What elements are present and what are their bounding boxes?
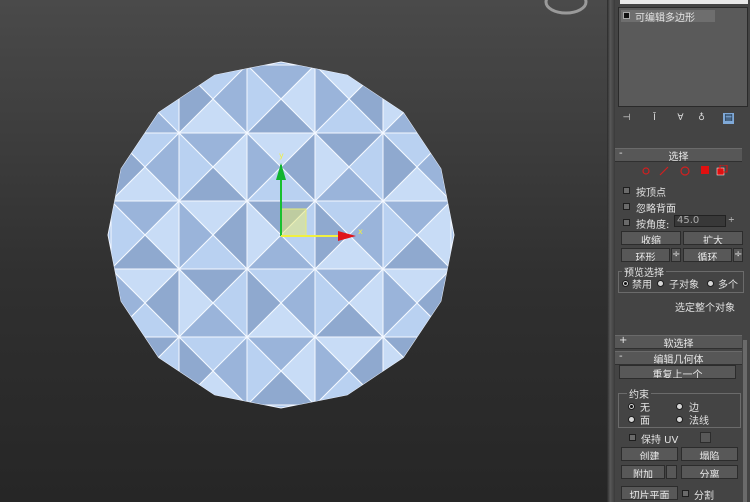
configure-sets-icon[interactable]: ▤: [723, 113, 734, 124]
attach-button[interactable]: 附加: [621, 465, 665, 479]
viewport-panel-divider[interactable]: [607, 0, 615, 502]
constraints-group: 约束 无 边 面 法线: [618, 386, 741, 428]
modifier-stack-item[interactable]: 可编辑多边形: [621, 10, 715, 24]
spinner-arrows-icon[interactable]: ÷: [728, 215, 735, 224]
preview-multi-radio[interactable]: [707, 280, 714, 287]
modifier-stack-list[interactable]: 可编辑多边形: [618, 7, 748, 107]
angle-spinner[interactable]: 45.0: [674, 215, 726, 227]
selection-rollout-header[interactable]: - 选择: [615, 148, 742, 163]
by-vertex-label: 按顶点: [636, 188, 666, 199]
split-label: 分割: [694, 491, 714, 502]
viewcube-ring: [544, 0, 588, 15]
gizmo-xy-plane-handle: [280, 208, 307, 237]
gizmo-x-label: x: [358, 227, 363, 236]
mesh-face: [381, 370, 453, 406]
selection-status-text: 选定整个对象: [675, 303, 735, 314]
panel-scrollbar[interactable]: [743, 340, 747, 502]
object-name-field[interactable]: [620, 0, 748, 4]
split-checkbox[interactable]: [682, 490, 689, 497]
mesh-face: [416, 335, 452, 407]
detach-button[interactable]: 分离: [681, 465, 738, 479]
ignore-backfacing-checkbox[interactable]: [623, 203, 630, 210]
vertex-level-icon: [642, 167, 650, 175]
mesh-face: [110, 63, 146, 135]
border-level-icon: [680, 166, 690, 176]
preview-multi-label: 多个: [718, 280, 738, 291]
constraint-edge-radio[interactable]: [676, 403, 683, 410]
modifier-stack-item-label: 可编辑多边形: [635, 13, 695, 24]
soft-selection-rollout-header[interactable]: + 软选择: [615, 335, 742, 350]
expand-icon[interactable]: [623, 12, 630, 19]
attach-list-button[interactable]: [666, 465, 677, 479]
by-angle-checkbox[interactable]: [623, 219, 630, 226]
command-panel: 可编辑多边形 ⊣ Ī ∀ ♁ ▤ - 选择 按顶点 忽略背面 按角度: 45.0…: [615, 0, 750, 502]
ring-button[interactable]: 环形: [621, 248, 670, 262]
create-button[interactable]: 创建: [621, 447, 678, 461]
remove-modifier-icon[interactable]: ♁: [696, 113, 707, 124]
preserve-uv-settings-button[interactable]: [700, 432, 711, 443]
mesh-face: [109, 370, 181, 406]
by-angle-label: 按角度:: [636, 220, 670, 231]
edge-level-icon: [659, 166, 669, 176]
slice-plane-button[interactable]: 切片平面: [621, 486, 678, 500]
loop-spinner[interactable]: ÷: [733, 248, 743, 262]
gizmo-y-label: y: [279, 151, 284, 160]
edit-geometry-rollout-title: 编辑几何体: [653, 355, 704, 366]
subobject-icons: [642, 165, 728, 176]
shrink-button[interactable]: 收缩: [621, 231, 681, 245]
constraint-normal-radio[interactable]: [676, 416, 683, 423]
preview-subobject-label: 子对象: [669, 280, 699, 291]
constraint-none-radio[interactable]: [628, 403, 635, 410]
mesh-face: [416, 63, 452, 135]
constraint-normal-label: 法线: [689, 416, 709, 427]
preserve-uv-checkbox[interactable]: [629, 434, 636, 441]
loop-button[interactable]: 循环: [683, 248, 732, 262]
mesh-face: [109, 64, 181, 100]
preview-subobject-radio[interactable]: [657, 280, 664, 287]
mesh-face: [381, 64, 453, 100]
viewport-canvas: y x: [107, 0, 588, 409]
preview-off-label: 禁用: [632, 280, 652, 291]
angle-value: 45.0: [677, 215, 700, 226]
collapse-button[interactable]: 塌陷: [681, 447, 738, 461]
pin-icon[interactable]: ⊣: [621, 113, 632, 124]
make-unique-icon[interactable]: ∀: [675, 113, 686, 124]
soft-selection-rollout-title: 软选择: [663, 339, 694, 350]
constraint-face-label: 面: [640, 416, 650, 427]
preview-off-radio[interactable]: [622, 280, 629, 287]
edit-geometry-rollout-header[interactable]: - 编辑几何体: [615, 351, 742, 366]
ignore-backfacing-label: 忽略背面: [636, 204, 676, 215]
constraint-face-radio[interactable]: [628, 416, 635, 423]
show-end-result-icon[interactable]: Ī: [649, 113, 660, 124]
grow-button[interactable]: 扩大: [683, 231, 743, 245]
repeat-last-button[interactable]: 重复上一个: [619, 365, 736, 379]
perspective-viewport[interactable]: y x: [0, 0, 607, 502]
ring-spinner[interactable]: ÷: [671, 248, 681, 262]
preview-selection-group: 预览选择 禁用 子对象 多个: [618, 264, 744, 293]
by-vertex-checkbox[interactable]: [623, 187, 630, 194]
preserve-uv-label: 保持 UV: [641, 435, 679, 446]
mesh-face: [110, 335, 146, 407]
selection-rollout-title: 选择: [668, 152, 689, 163]
polygon-level-icon: [701, 166, 709, 174]
